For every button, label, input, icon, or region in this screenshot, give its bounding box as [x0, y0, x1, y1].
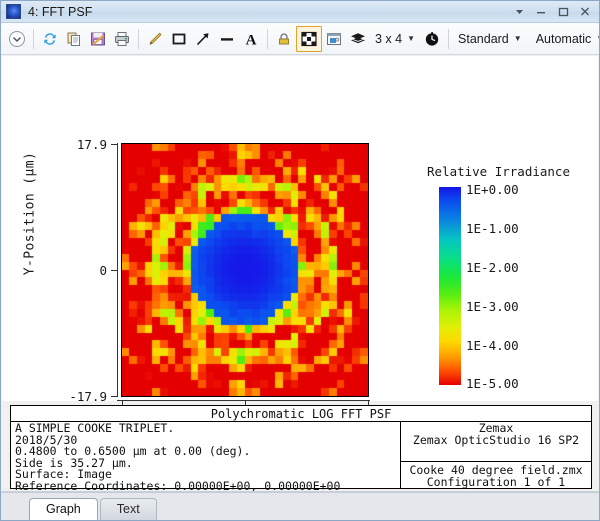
y-tick-label-min: -17.9	[69, 389, 107, 404]
style-label: Standard	[458, 31, 509, 46]
psf-heatmap	[121, 143, 369, 397]
psf-plot-area: Y-Position (μm) 17.9 0 -17.9 -17.9 0 17.…	[2, 56, 598, 436]
colorbar-tick-2: 1E-2.00	[466, 260, 519, 275]
configuration-label: Configuration 1 of 1	[426, 474, 566, 489]
close-icon[interactable]	[574, 2, 596, 22]
arrow-icon[interactable]	[191, 26, 215, 52]
colorbar-tick-4: 1E-4.00	[466, 338, 519, 353]
psf-thumbnail-icon	[6, 4, 21, 19]
line-icon[interactable]	[215, 26, 239, 52]
window-controls	[508, 2, 599, 22]
fft-psf-window: 4: FFT PSF A 3 x 4 ▼ Standard ▼ Automati…	[0, 0, 600, 521]
window-titlebar: 4: FFT PSF	[1, 1, 599, 23]
plot-info-title: Polychromatic LOG FFT PSF	[11, 406, 591, 422]
colorbar-gradient	[439, 187, 461, 385]
color-dropdown[interactable]: Automatic ▼	[531, 26, 599, 52]
chevron-down-icon: ▼	[513, 34, 522, 43]
toolbar-separator	[448, 28, 450, 49]
tab-graph[interactable]: Graph	[29, 498, 98, 520]
colorbar-tick-0: 1E+0.00	[466, 182, 519, 197]
plot-info-right: Zemax Zemax OpticStudio 16 SP2 Cooke 40 …	[401, 422, 591, 488]
minimize-icon[interactable]	[530, 2, 552, 22]
y-tick-label-max: 17.9	[76, 137, 107, 152]
chevron-down-icon: ▼	[407, 34, 416, 43]
toolbar-separator	[33, 28, 34, 49]
color-label: Automatic	[535, 31, 592, 46]
colorbar-tick-5: 1E-5.00	[466, 376, 519, 391]
print-icon[interactable]	[110, 26, 134, 52]
window-icon[interactable]	[322, 26, 346, 52]
expand-toolbar-button[interactable]	[5, 26, 29, 52]
rectangle-icon[interactable]	[167, 26, 191, 52]
vendor-product: Zemax OpticStudio 16 SP2	[412, 432, 580, 447]
y-tick-label-mid: 0	[99, 263, 107, 278]
file-cell: Cooke 40 degree field.zmx Configuration …	[401, 462, 591, 487]
y-axis-line	[117, 143, 118, 397]
y-axis-label: Y-Position (μm)	[22, 151, 38, 276]
refresh-icon[interactable]	[38, 26, 62, 52]
fit-window-icon[interactable]	[296, 25, 322, 52]
copy-icon[interactable]	[62, 26, 86, 52]
y-tick-mark	[111, 144, 117, 145]
colorbar-tick-1: 1E-1.00	[466, 221, 519, 236]
save-icon[interactable]	[86, 26, 110, 52]
grid-size-label: 3 x 4	[375, 31, 403, 46]
lock-icon[interactable]	[272, 26, 296, 52]
pencil-icon[interactable]	[143, 26, 167, 52]
maximize-icon[interactable]	[552, 2, 574, 22]
vendor-cell: Zemax Zemax OpticStudio 16 SP2	[401, 422, 591, 462]
window-title: 4: FFT PSF	[28, 4, 93, 19]
colorbar-tick-3: 1E-3.00	[466, 299, 519, 314]
auto-refresh-icon[interactable]	[420, 26, 444, 52]
x-axis-line	[117, 400, 370, 401]
bottom-tabstrip: Graph Text	[1, 492, 599, 520]
grid-size-dropdown[interactable]: 3 x 4 ▼	[370, 26, 418, 52]
plot-info-left: A SIMPLE COOKE TRIPLET. 2018/5/30 0.4800…	[11, 422, 401, 492]
plot-info-body: A SIMPLE COOKE TRIPLET. 2018/5/30 0.4800…	[11, 422, 591, 492]
chevron-down-icon: ▼	[596, 34, 599, 43]
layers-icon[interactable]	[346, 26, 370, 52]
toolbar-separator	[267, 28, 268, 49]
y-tick-mark	[111, 396, 117, 397]
style-dropdown[interactable]: Standard ▼	[453, 26, 525, 52]
window-menu-dropdown-icon[interactable]	[508, 2, 530, 22]
colorbar-title: Relative Irradiance	[427, 164, 570, 179]
text-icon[interactable]: A	[239, 26, 263, 52]
toolbar-separator	[138, 28, 139, 49]
svg-text:A: A	[246, 32, 257, 48]
y-tick-mark	[111, 270, 117, 271]
graph-toolbar: A 3 x 4 ▼ Standard ▼ Automatic	[1, 23, 599, 55]
plot-info-panel: Polychromatic LOG FFT PSF A SIMPLE COOKE…	[10, 405, 592, 492]
tab-text[interactable]: Text	[99, 498, 157, 520]
